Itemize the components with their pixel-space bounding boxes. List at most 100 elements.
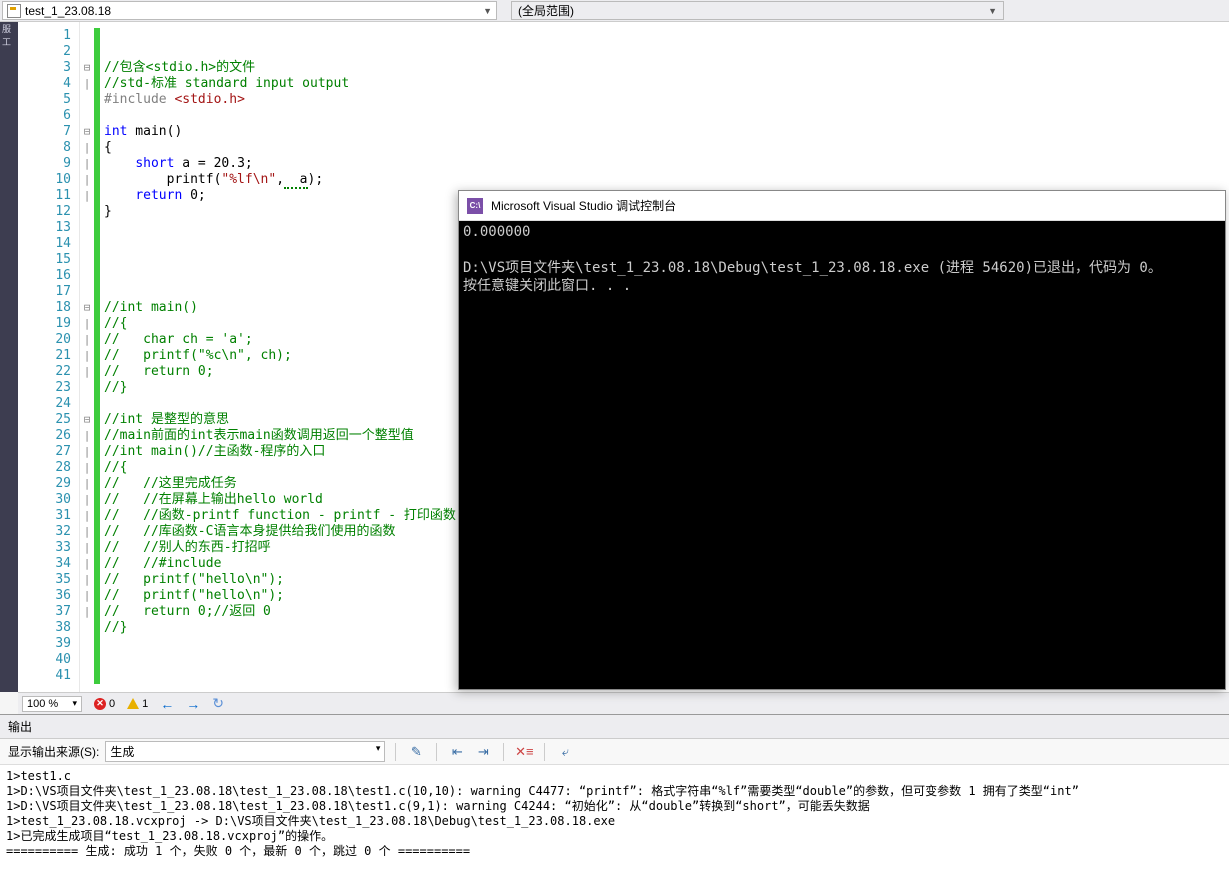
- error-icon: ✕: [94, 698, 106, 710]
- fold-toggle: |: [80, 348, 94, 364]
- fold-toggle: [80, 28, 94, 44]
- fold-toggle: |: [80, 172, 94, 188]
- separator: [436, 743, 437, 761]
- output-source-select[interactable]: 生成 ▾: [105, 741, 385, 762]
- file-name: test_1_23.08.18: [25, 4, 111, 18]
- line-number: 21: [18, 348, 71, 364]
- line-number: 12: [18, 204, 71, 220]
- code-line[interactable]: [104, 28, 1225, 44]
- line-number: 27: [18, 444, 71, 460]
- console-titlebar[interactable]: C:\ Microsoft Visual Studio 调试控制台: [459, 191, 1225, 221]
- fold-toggle: |: [80, 572, 94, 588]
- fold-toggle[interactable]: ⊟: [80, 60, 94, 76]
- nav-back-button[interactable]: ←: [160, 696, 174, 712]
- editor-status-bar: 100 %▾ ✕ 0 1 ← → ↻: [18, 692, 1229, 714]
- fold-toggle: [80, 620, 94, 636]
- line-number: 26: [18, 428, 71, 444]
- line-number: 8: [18, 140, 71, 156]
- output-source-label: 显示输出来源(S):: [8, 743, 99, 760]
- code-line[interactable]: [104, 44, 1225, 60]
- line-number: 13: [18, 220, 71, 236]
- fold-toggle: |: [80, 492, 94, 508]
- line-number: 37: [18, 604, 71, 620]
- line-number: 28: [18, 460, 71, 476]
- fold-column[interactable]: ⊟|⊟||||⊟||||⊟||||||||||||: [80, 22, 94, 692]
- line-number: 23: [18, 380, 71, 396]
- line-number: 20: [18, 332, 71, 348]
- line-number: 38: [18, 620, 71, 636]
- find-message-button[interactable]: ✎: [406, 742, 426, 762]
- line-number: 35: [18, 572, 71, 588]
- code-line[interactable]: [104, 108, 1225, 124]
- warning-icon: [127, 698, 139, 709]
- line-number: 3: [18, 60, 71, 76]
- fold-toggle[interactable]: ⊟: [80, 412, 94, 428]
- code-line[interactable]: short a = 20.3;: [104, 156, 1225, 172]
- fold-toggle: [80, 668, 94, 684]
- code-line[interactable]: //std-标准 standard input output: [104, 76, 1225, 92]
- fold-toggle: |: [80, 476, 94, 492]
- side-tab[interactable]: 工: [0, 35, 13, 48]
- line-number: 19: [18, 316, 71, 332]
- line-number: 41: [18, 668, 71, 684]
- wrap-button[interactable]: ⤶: [555, 742, 575, 762]
- line-number: 4: [18, 76, 71, 92]
- fold-toggle: |: [80, 188, 94, 204]
- clear-button[interactable]: ✕≡: [514, 742, 534, 762]
- line-number: 14: [18, 236, 71, 252]
- line-number: 31: [18, 508, 71, 524]
- fold-toggle: |: [80, 332, 94, 348]
- line-number: 25: [18, 412, 71, 428]
- code-line[interactable]: int main(): [104, 124, 1225, 140]
- fold-toggle: [80, 652, 94, 668]
- side-tab-strip[interactable]: 服 工: [0, 22, 18, 692]
- debug-console-window[interactable]: C:\ Microsoft Visual Studio 调试控制台 0.0000…: [458, 190, 1226, 690]
- side-tab[interactable]: 服: [0, 22, 13, 35]
- error-count[interactable]: ✕ 0: [94, 698, 115, 710]
- console-output[interactable]: 0.000000 D:\VS项目文件夹\test_1_23.08.18\Debu…: [459, 221, 1225, 689]
- fold-toggle: [80, 204, 94, 220]
- fold-toggle: [80, 92, 94, 108]
- zoom-selector[interactable]: 100 %▾: [22, 696, 82, 712]
- code-line[interactable]: //包含<stdio.h>的文件: [104, 60, 1225, 76]
- fold-toggle: [80, 396, 94, 412]
- navigation-bar: test_1_23.08.18 ▼ (全局范围) ▼: [0, 0, 1229, 22]
- fold-toggle: [80, 252, 94, 268]
- separator: [395, 743, 396, 761]
- separator: [544, 743, 545, 761]
- code-line[interactable]: #include <stdio.h>: [104, 92, 1225, 108]
- output-panel-header[interactable]: 输出: [0, 715, 1229, 739]
- file-selector[interactable]: test_1_23.08.18 ▼: [2, 1, 497, 20]
- line-number: 39: [18, 636, 71, 652]
- output-panel: 输出 显示输出来源(S): 生成 ▾ ✎ ⇤ ⇥ ✕≡ ⤶ 1>test1.c …: [0, 714, 1229, 889]
- next-message-button[interactable]: ⇥: [473, 742, 493, 762]
- line-number: 36: [18, 588, 71, 604]
- line-number: 5: [18, 92, 71, 108]
- line-number: 9: [18, 156, 71, 172]
- fold-toggle: |: [80, 508, 94, 524]
- nav-forward-button[interactable]: →: [186, 696, 200, 712]
- fold-toggle: |: [80, 364, 94, 380]
- output-toolbar: 显示输出来源(S): 生成 ▾ ✎ ⇤ ⇥ ✕≡ ⤶: [0, 739, 1229, 765]
- chevron-down-icon: ▾: [72, 698, 77, 709]
- fold-toggle: |: [80, 524, 94, 540]
- warning-count[interactable]: 1: [127, 698, 148, 710]
- line-number: 6: [18, 108, 71, 124]
- line-number: 40: [18, 652, 71, 668]
- fold-toggle: |: [80, 588, 94, 604]
- fold-toggle: |: [80, 156, 94, 172]
- nav-loop-button[interactable]: ↻: [212, 695, 224, 712]
- fold-toggle: [80, 284, 94, 300]
- fold-toggle: [80, 220, 94, 236]
- scope-selector[interactable]: (全局范围) ▼: [511, 1, 1004, 20]
- chevron-down-icon: ▼: [483, 6, 492, 16]
- line-number: 1: [18, 28, 71, 44]
- output-text[interactable]: 1>test1.c 1>D:\VS项目文件夹\test_1_23.08.18\t…: [0, 765, 1229, 863]
- fold-toggle[interactable]: ⊟: [80, 124, 94, 140]
- console-title-text: Microsoft Visual Studio 调试控制台: [491, 197, 676, 214]
- code-line[interactable]: {: [104, 140, 1225, 156]
- code-line[interactable]: printf("%lf\n", a);: [104, 172, 1225, 188]
- prev-message-button[interactable]: ⇤: [447, 742, 467, 762]
- line-number: 29: [18, 476, 71, 492]
- fold-toggle[interactable]: ⊟: [80, 300, 94, 316]
